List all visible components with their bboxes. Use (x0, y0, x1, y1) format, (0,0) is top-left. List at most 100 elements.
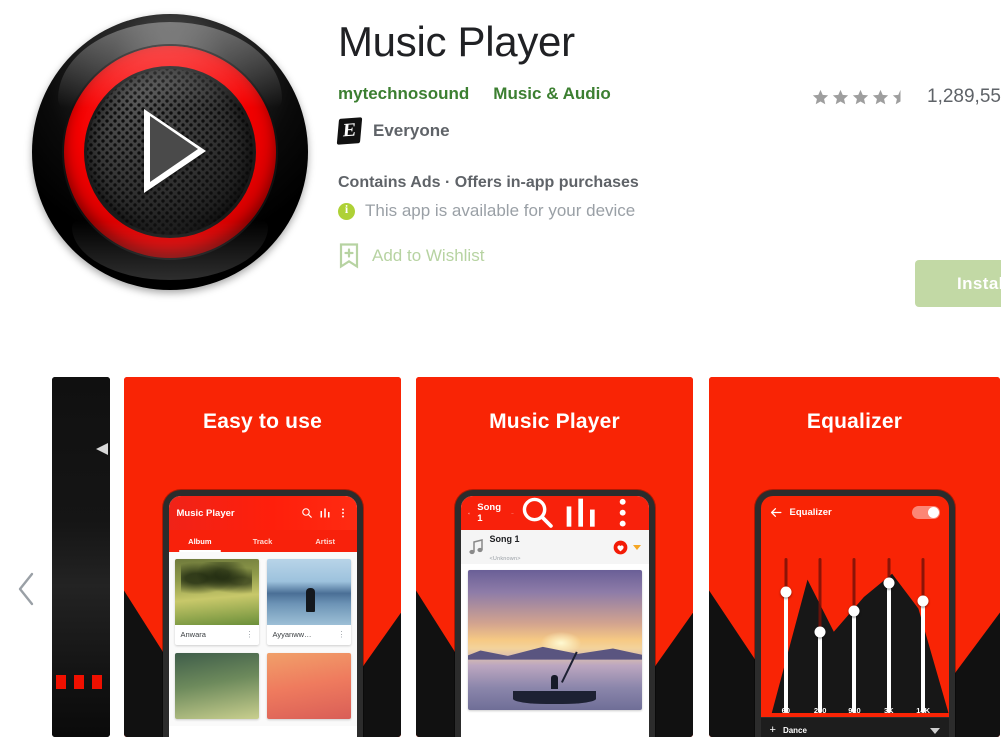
tab-track[interactable]: Track (231, 530, 294, 552)
equalizer-sliders (761, 558, 949, 713)
star-icon (812, 89, 829, 104)
band-label: 3K (884, 705, 894, 715)
app-metadata: Music Player mytechnosound Music & Audio… (336, 18, 818, 269)
more-vert-icon[interactable] (604, 496, 641, 532)
band-label: 14K (916, 705, 931, 715)
star-half-icon (892, 89, 901, 104)
more-vert-icon[interactable]: ⋮ (246, 630, 254, 639)
rating-block[interactable]: 1,289,553 (812, 86, 1001, 108)
album-artwork (467, 570, 642, 710)
star-icon (832, 89, 849, 104)
band-label: 230 (813, 705, 827, 715)
toolbar-title: Equalizer (789, 506, 832, 518)
album-art (174, 559, 259, 625)
search-icon[interactable] (519, 496, 556, 532)
screenshot-caption: Easy to use (203, 410, 322, 433)
screenshot-caption: Equalizer (806, 410, 903, 433)
add-to-wishlist-button[interactable]: Add to Wishlist (338, 243, 818, 269)
phone-mockup: Equalizer 60 230 910 3K 14K + Dance (754, 490, 955, 737)
bookmark-add-icon (339, 243, 359, 269)
developer-link[interactable]: mytechnosound (338, 84, 469, 104)
heart-icon[interactable] (613, 540, 628, 555)
music-note-icon (468, 539, 483, 555)
phone-screen: Song 1 Song 1 <Unknown> (460, 496, 649, 737)
slider-knob[interactable] (917, 595, 929, 607)
app-header: Music Player mytechnosound Music & Audio… (0, 0, 1001, 340)
album-grid: Anwara ⋮ Ayyanww… ⋮ (168, 552, 357, 726)
esrb-everyone-icon: E (336, 117, 363, 146)
arrow-back-icon[interactable] (770, 506, 783, 519)
equalizer-body: 60 230 910 3K 14K + Dance (760, 528, 949, 737)
phone-screen: Equalizer 60 230 910 3K 14K + Dance (760, 496, 949, 737)
star-icon (852, 89, 869, 104)
screenshot-thumbnail-music-player[interactable]: Music Player Song 1 Song 1 <Unknown> (416, 377, 693, 737)
slider-knob[interactable] (848, 605, 860, 617)
screenshot-thumbnail-partial[interactable] (52, 377, 110, 737)
app-links: mytechnosound Music & Audio (338, 84, 818, 104)
phone-screen: Music Player Album Track Artist Anwara ⋮… (168, 496, 357, 737)
album-name: Ayyanww… (272, 630, 312, 639)
equalizer-icon[interactable] (319, 507, 331, 519)
equalizer-band-slider[interactable] (777, 558, 795, 713)
album-name: Anwara (180, 630, 206, 639)
content-rating-label: Everyone (373, 121, 450, 141)
arrow-back-icon[interactable] (467, 507, 471, 520)
more-vert-icon[interactable]: ⋮ (338, 630, 346, 639)
phone-mockup: Music Player Album Track Artist Anwara ⋮… (162, 490, 363, 737)
star-icon (872, 89, 889, 104)
info-icon (338, 202, 355, 220)
album-label-row: Ayyanww… ⋮ (267, 625, 351, 645)
screenshot-thumbnail-easy-to-use[interactable]: Easy to use Music Player Album Track Art… (124, 377, 401, 737)
add-to-wishlist-label: Add to Wishlist (372, 246, 485, 266)
category-link[interactable]: Music & Audio (493, 84, 610, 104)
phone-mockup: Song 1 Song 1 <Unknown> (454, 490, 655, 737)
play-triangle-icon (96, 443, 108, 455)
album-card[interactable]: Ayyanww… ⋮ (266, 559, 351, 645)
app-toolbar: Song 1 (460, 496, 649, 532)
drag-dots-icon[interactable] (511, 509, 514, 518)
equalizer-frequency-labels: 60 230 910 3K 14K (761, 703, 949, 717)
song-artist: <Unknown> (489, 556, 521, 562)
app-icon (32, 14, 308, 290)
tab-album[interactable]: Album (169, 530, 232, 552)
play-store-app-page: Music Player mytechnosound Music & Audio… (0, 0, 1001, 737)
screenshot-caption: Music Player (489, 410, 620, 433)
album-label-row: Anwara ⋮ (175, 625, 259, 645)
tab-bar: Album Track Artist (168, 530, 357, 552)
screenshot-thumbnail-equalizer[interactable]: Equalizer Equalizer 60 230 910 3K 14K + … (709, 377, 1000, 737)
device-availability-row: This app is available for your device (338, 201, 818, 221)
toolbar-title: Song 1 (477, 502, 502, 524)
band-label: 60 (781, 705, 790, 715)
album-card[interactable] (174, 653, 259, 719)
more-vert-icon[interactable] (337, 507, 349, 519)
install-button[interactable]: Install (915, 260, 1001, 307)
plus-icon[interactable]: + (770, 725, 776, 736)
search-icon[interactable] (301, 507, 313, 519)
now-playing-row: Song 1 <Unknown> (460, 529, 649, 565)
album-art (266, 559, 351, 625)
content-rating-row: E Everyone (336, 117, 818, 146)
album-card[interactable]: Anwara ⋮ (174, 559, 259, 645)
equalizer-band-slider[interactable] (845, 558, 863, 713)
caret-down-icon[interactable] (632, 544, 641, 550)
screenshot-carousel: Easy to use Music Player Album Track Art… (0, 377, 1001, 737)
equalizer-band-slider[interactable] (914, 558, 932, 713)
equalizer-blocks (56, 675, 102, 689)
album-card[interactable] (266, 653, 351, 719)
equalizer-toggle-switch[interactable] (911, 505, 940, 519)
slider-knob[interactable] (883, 577, 895, 589)
slider-fill (921, 601, 926, 713)
caret-down-icon[interactable] (929, 727, 940, 734)
slider-knob[interactable] (780, 586, 792, 598)
equalizer-preset-selector[interactable]: + Dance (760, 717, 949, 737)
tab-artist[interactable]: Artist (294, 530, 357, 552)
song-info: Song 1 <Unknown> (490, 529, 521, 565)
equalizer-band-slider[interactable] (811, 558, 829, 713)
star-rating (812, 89, 909, 106)
equalizer-icon[interactable] (562, 496, 599, 532)
slider-fill (852, 610, 857, 713)
review-count: 1,289,553 (927, 86, 1001, 107)
equalizer-band-slider[interactable] (880, 558, 898, 713)
carousel-previous-button[interactable] (10, 567, 44, 611)
slider-knob[interactable] (814, 626, 826, 638)
